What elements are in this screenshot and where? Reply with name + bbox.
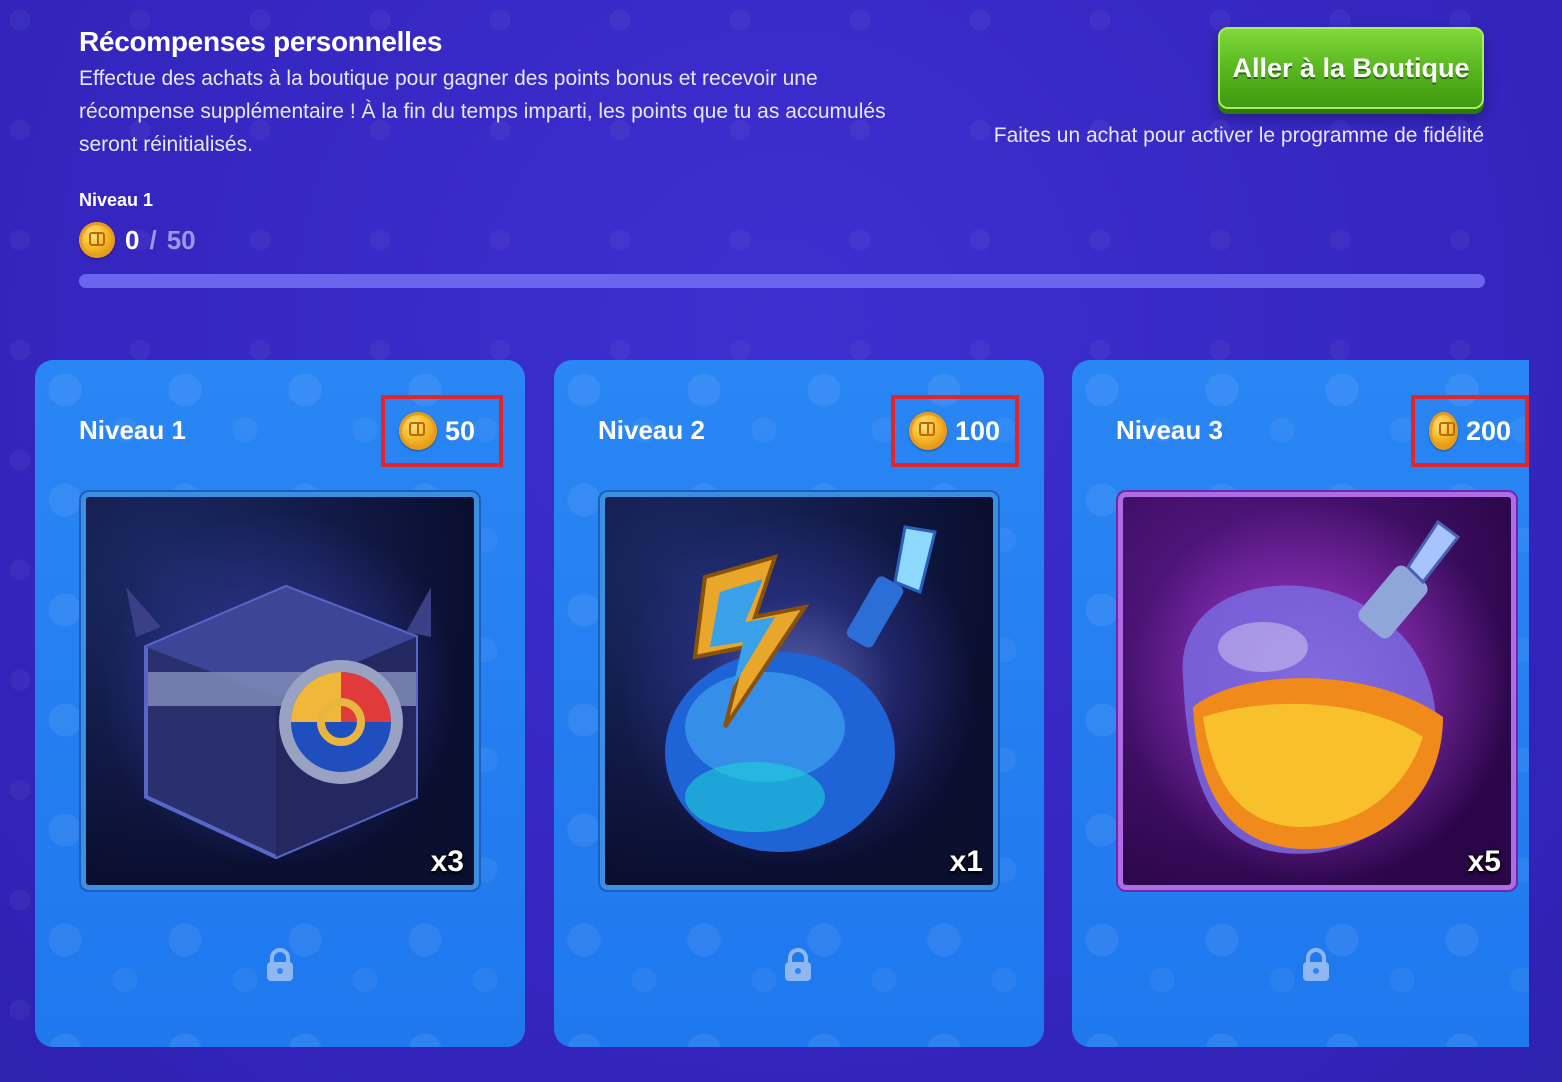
cost-value: 200 (1465, 415, 1511, 446)
gift-coin-icon (399, 412, 437, 450)
points-counter: 0 / 50 (79, 222, 196, 258)
orange-elixir-art (1182, 519, 1461, 854)
page-description: Effectue des achats à la boutique pour g… (79, 67, 886, 156)
card-level-label: Niveau 2 (598, 415, 705, 445)
lock-icon (267, 948, 293, 981)
reward-card-level-1: Niveau 1 50 x3 (35, 360, 525, 1047)
cost-badge: 50 (381, 395, 503, 467)
gift-coin-icon (1429, 412, 1458, 450)
gift-coin-icon (909, 412, 947, 450)
lock-icon (1303, 948, 1329, 981)
points-separator: / (149, 224, 157, 255)
cost-badge: 200 (1411, 395, 1529, 467)
lightning-potion-icon (605, 497, 993, 885)
cost-badge: 100 (891, 395, 1019, 467)
orange-elixir-icon (1123, 497, 1511, 885)
card-level-label: Niveau 3 (1116, 415, 1223, 445)
reward-card-level-2: Niveau 2 100 x1 (554, 360, 1044, 1047)
reward-item-frame: x5 (1118, 492, 1516, 890)
reward-item-frame: x1 (600, 492, 998, 890)
lightning-potion-art (665, 525, 937, 852)
page-title: Récompenses personnelles (79, 26, 443, 57)
reward-item-frame: x3 (81, 492, 479, 890)
mystery-cube-icon (86, 497, 474, 885)
cost-value: 50 (445, 415, 476, 446)
cost-value: 100 (955, 415, 1001, 446)
lock-icon (785, 948, 811, 981)
go-to-shop-button[interactable]: Aller à la Boutique (1218, 27, 1484, 109)
item-quantity: x1 (949, 845, 983, 878)
mystery-cube-art (126, 584, 431, 860)
gift-coin-icon (79, 222, 115, 258)
reward-card-level-3: Niveau 3 200 x5 (1072, 360, 1529, 1047)
fidelity-note: Faites un achat pour activer le programm… (993, 124, 1484, 147)
points-current: 0 (125, 224, 140, 255)
rewards-page: Récompenses personnelles Effectue des ac… (0, 0, 1562, 1082)
item-quantity: x5 (1467, 845, 1501, 878)
card-level-label: Niveau 1 (79, 415, 186, 445)
current-level-label: Niveau 1 (79, 190, 154, 210)
item-quantity: x3 (430, 845, 464, 878)
progress-bar (79, 274, 1485, 288)
points-total: 50 (166, 224, 196, 255)
